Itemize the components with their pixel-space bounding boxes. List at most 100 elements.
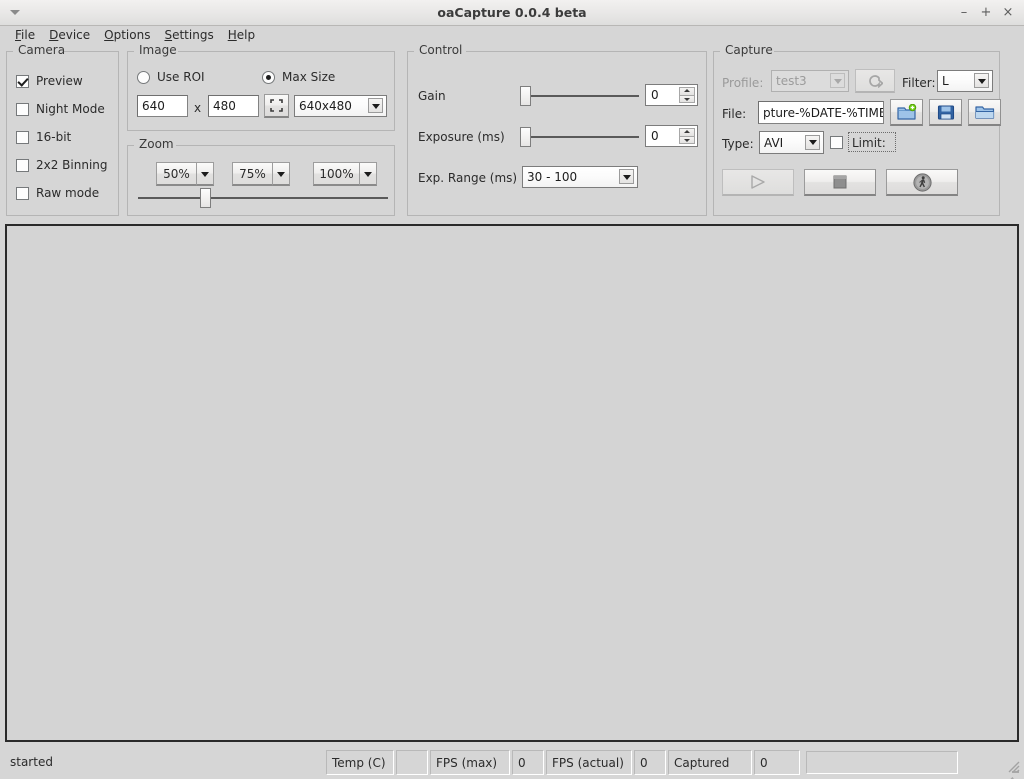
zoom-group: Zoom 50% 75% 100% — [127, 145, 395, 216]
new-folder-button[interactable] — [890, 99, 923, 126]
type-label: Type: — [722, 137, 754, 151]
sixteen-bit-label: 16-bit — [36, 130, 71, 144]
menu-help-mnemonic: H — [228, 28, 237, 42]
gain-spin-down-icon[interactable] — [679, 95, 695, 104]
autorun-button[interactable] — [886, 169, 958, 196]
menu-settings[interactable]: Settings — [157, 27, 220, 44]
menu-device[interactable]: Device — [42, 27, 97, 44]
max-size-label: Max Size — [282, 70, 335, 84]
status-fps-max-value: 0 — [512, 750, 544, 775]
menu-file[interactable]: File — [8, 27, 42, 44]
checkbox-preview[interactable]: Preview — [16, 74, 83, 88]
type-chevron-down-icon[interactable] — [805, 135, 820, 150]
exp-range-label: Exp. Range (ms) — [418, 171, 517, 185]
menu-help[interactable]: Help — [221, 27, 262, 44]
night-mode-label: Night Mode — [36, 102, 105, 116]
binning-checkbox-box[interactable] — [16, 159, 29, 172]
exp-range-value: 30 - 100 — [527, 170, 577, 184]
status-captured-label: Captured — [668, 750, 752, 775]
roi-crop-button[interactable] — [264, 94, 289, 118]
status-captured-value: 0 — [754, 750, 800, 775]
exposure-value: 0 — [651, 129, 659, 143]
gain-slider-handle[interactable] — [520, 86, 531, 106]
roi-size-separator: x — [194, 101, 201, 115]
close-button[interactable]: × — [998, 3, 1018, 23]
status-fps-max-label: FPS (max) — [430, 750, 510, 775]
image-group-title: Image — [136, 43, 180, 57]
preview-checkbox-box[interactable] — [16, 75, 29, 88]
zoom-75-label[interactable]: 75% — [232, 162, 272, 186]
filter-chevron-down-icon[interactable] — [974, 73, 989, 88]
raw-mode-label: Raw mode — [36, 186, 99, 200]
use-roi-radio-circle[interactable] — [137, 71, 150, 84]
radio-use-roi[interactable]: Use ROI — [137, 70, 205, 84]
menu-options[interactable]: Options — [97, 27, 157, 44]
sixteen-bit-checkbox-box[interactable] — [16, 131, 29, 144]
status-message: started — [10, 755, 53, 769]
checkbox-raw-mode[interactable]: Raw mode — [16, 186, 99, 200]
exposure-slider-track[interactable] — [522, 136, 639, 138]
gain-spin-buttons — [679, 87, 695, 103]
exposure-spinbox[interactable]: 0 — [645, 125, 698, 147]
stop-capture-button[interactable] — [804, 169, 876, 196]
status-temp-label: Temp (C) — [326, 750, 394, 775]
resize-grip-icon[interactable] — [1005, 758, 1022, 775]
menu-device-mnemonic: D — [49, 28, 58, 42]
camera-group: Camera Preview Night Mode 16-bit 2x2 Bin… — [6, 51, 119, 216]
exp-range-dropdown[interactable]: 30 - 100 — [522, 166, 638, 188]
zoom-100-chevron-down-icon[interactable] — [359, 162, 377, 186]
max-size-radio-circle[interactable] — [262, 71, 275, 84]
camera-preview-area[interactable] — [5, 224, 1019, 742]
zoom-100-button[interactable]: 100% — [313, 162, 377, 186]
radio-max-size[interactable]: Max Size — [262, 70, 335, 84]
zoom-75-chevron-down-icon[interactable] — [272, 162, 290, 186]
raw-mode-checkbox-box[interactable] — [16, 187, 29, 200]
zoom-50-label[interactable]: 50% — [156, 162, 196, 186]
resolution-value: 640x480 — [299, 99, 352, 113]
gain-value: 0 — [651, 88, 659, 102]
save-settings-button[interactable] — [929, 99, 962, 126]
status-fps-actual-value: 0 — [634, 750, 666, 775]
zoom-slider-track[interactable] — [138, 197, 388, 199]
checkbox-2x2-binning[interactable]: 2x2 Binning — [16, 158, 108, 172]
roi-width-input[interactable]: 640 — [137, 95, 188, 117]
preview-label: Preview — [36, 74, 83, 88]
open-folder-button[interactable] — [968, 99, 1001, 126]
resolution-chevron-down-icon[interactable] — [368, 98, 383, 113]
restore-profile-button[interactable] — [855, 69, 895, 93]
control-group-title: Control — [416, 43, 465, 57]
new-folder-icon — [897, 104, 917, 121]
roi-crop-icon — [270, 99, 283, 112]
minimize-button[interactable]: – — [954, 3, 974, 23]
zoom-50-chevron-down-icon[interactable] — [196, 162, 214, 186]
exposure-slider-handle[interactable] — [520, 127, 531, 147]
file-name-input[interactable]: pture-%DATE-%TIME — [758, 101, 884, 124]
status-temp-value — [396, 750, 428, 775]
profile-dropdown[interactable]: test3 — [771, 70, 849, 92]
gain-spin-up-icon[interactable] — [679, 87, 695, 95]
checkbox-night-mode[interactable]: Night Mode — [16, 102, 105, 116]
zoom-75-button[interactable]: 75% — [232, 162, 290, 186]
exp-range-chevron-down-icon[interactable] — [619, 169, 634, 184]
maximize-button[interactable]: + — [976, 3, 996, 23]
start-capture-button[interactable] — [722, 169, 794, 196]
checkbox-16-bit[interactable]: 16-bit — [16, 130, 71, 144]
gain-spinbox[interactable]: 0 — [645, 84, 698, 106]
night-mode-checkbox-box[interactable] — [16, 103, 29, 116]
type-dropdown[interactable]: AVI — [759, 131, 824, 154]
checkbox-limit[interactable] — [830, 136, 843, 149]
gain-slider-track[interactable] — [522, 95, 639, 97]
status-fps-actual-label: FPS (actual) — [546, 750, 632, 775]
zoom-slider-handle[interactable] — [200, 188, 211, 208]
camera-group-title: Camera — [15, 43, 68, 57]
zoom-50-button[interactable]: 50% — [156, 162, 214, 186]
limit-checkbox-box[interactable] — [830, 136, 843, 149]
profile-chevron-down-icon[interactable] — [830, 73, 845, 88]
roi-height-input[interactable]: 480 — [208, 95, 259, 117]
exposure-spin-down-icon[interactable] — [679, 136, 695, 145]
zoom-100-label[interactable]: 100% — [313, 162, 359, 186]
menu-options-rest: ptions — [114, 28, 151, 42]
exposure-spin-up-icon[interactable] — [679, 128, 695, 136]
filter-dropdown[interactable]: L — [937, 70, 993, 92]
resolution-dropdown[interactable]: 640x480 — [294, 95, 387, 117]
